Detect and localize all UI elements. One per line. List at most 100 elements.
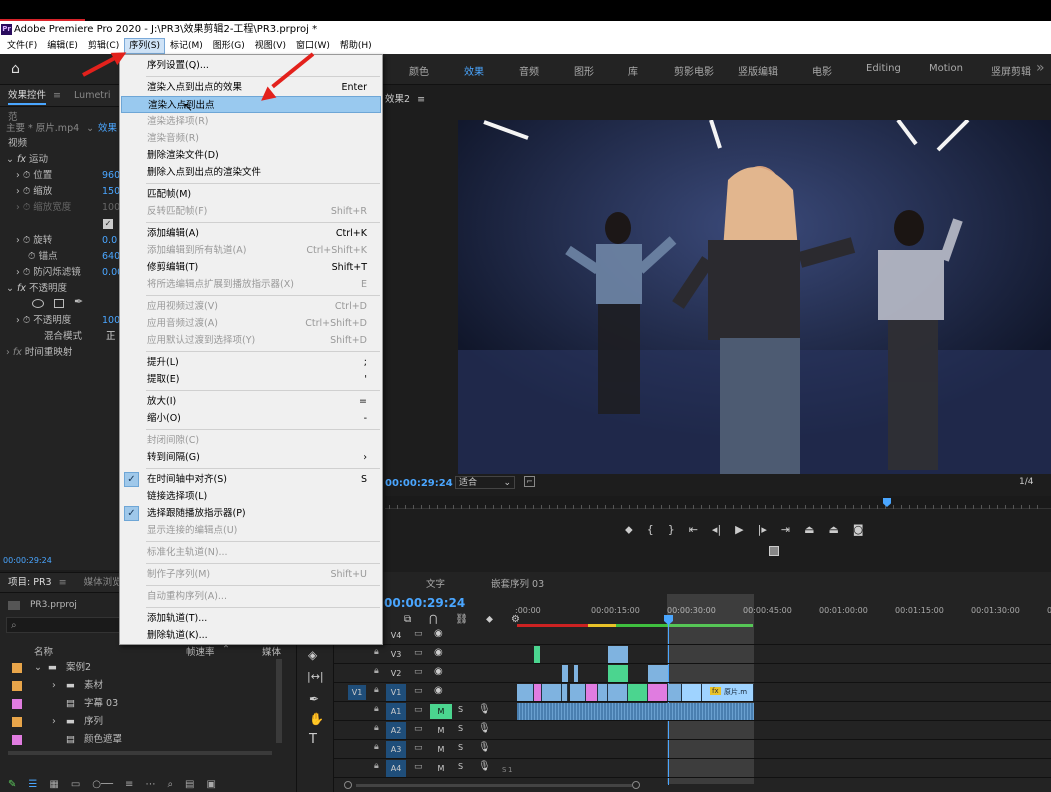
menubar-item[interactable]: 标记(M) (165, 38, 208, 54)
menu-item[interactable]: 修剪编辑(T) Shift+T (121, 259, 381, 276)
icon-view-icon[interactable]: ▦ (49, 779, 58, 790)
menubar-item[interactable]: 编辑(E) (42, 38, 83, 54)
track-target-toggle[interactable]: V2 (386, 665, 406, 682)
sort-icons-icon[interactable]: ≡ (125, 779, 133, 790)
mark-out-icon[interactable]: } (668, 523, 675, 537)
twisty-icon[interactable]: › (52, 713, 56, 731)
rotation-value[interactable]: 0.0 (102, 233, 117, 249)
menu-item[interactable]: 添加编辑到所有轨道(A) Ctrl+Shift+K (121, 242, 381, 259)
opacity-section-row[interactable]: ⌄ fx 不透明度 (0, 281, 120, 297)
automate-icon[interactable]: ⋯ (145, 779, 155, 790)
label-color-swatch[interactable] (12, 681, 22, 691)
workspace-tab[interactable]: 竖屏剪辑 (991, 63, 1031, 78)
zoom-slider[interactable]: ○── (92, 779, 113, 790)
project-item[interactable]: ▤ 颜色遮罩 (0, 731, 276, 749)
stopwatch-icon[interactable]: ⏱ (23, 170, 30, 181)
tab-text[interactable]: 文字 (426, 576, 445, 590)
pen-mask-icon[interactable]: ✒ (74, 295, 83, 308)
menu-item[interactable]: 渲染入点到出点的效果 Enter (121, 79, 381, 96)
mark-in-icon[interactable]: { (647, 523, 654, 537)
lock-icon[interactable]: 🔒︎ (374, 666, 379, 676)
mute-toggle[interactable]: M (430, 761, 452, 776)
menubar-item[interactable]: 视图(V) (250, 38, 291, 54)
video-clip[interactable] (586, 684, 598, 701)
menubar-item[interactable]: 文件(F) (2, 38, 42, 54)
video-clip[interactable] (570, 684, 586, 701)
step-back-icon[interactable]: ◂| (712, 523, 721, 537)
tab-project[interactable]: 项目: PR3 (8, 577, 52, 588)
workspace-tab[interactable]: 电影 (812, 63, 832, 78)
video-clip[interactable] (534, 646, 540, 663)
sync-lock-icon[interactable]: ▭ (414, 724, 423, 734)
rotation-row[interactable]: › ⏱ 旋转 0.0 (0, 233, 120, 249)
zoom-handle-left[interactable] (344, 781, 352, 789)
list-view-icon[interactable]: ☰ (28, 779, 37, 790)
solo-toggle[interactable]: S (458, 724, 463, 733)
resolution-label[interactable]: 1/4 (1019, 477, 1033, 487)
workspace-tab[interactable]: 竖版编辑 (738, 63, 778, 78)
microphone-icon[interactable]: 🎙︎ (478, 723, 491, 734)
timeline-timecode[interactable]: 00:00:29:24 (384, 596, 465, 610)
mute-toggle[interactable]: M (430, 742, 452, 757)
find-icon[interactable]: ⌕ (167, 779, 173, 790)
mute-toggle[interactable]: M (430, 723, 452, 738)
blend-mode-row[interactable]: 混合模式 正 (0, 329, 120, 345)
menubar-item[interactable]: 帮助(H) (335, 38, 377, 54)
ellipse-mask-icon[interactable] (32, 299, 44, 308)
menu-item[interactable]: 应用视频过渡(V) Ctrl+D (121, 298, 381, 315)
video-clip[interactable] (682, 684, 702, 701)
menu-item[interactable]: 显示连接的编辑点(U) (121, 522, 381, 539)
settings-wrench-icon[interactable]: ⌐ (524, 476, 535, 487)
eye-icon[interactable]: ◉ (434, 685, 443, 696)
freeform-view-icon[interactable]: ▭ (71, 779, 80, 790)
twisty-icon[interactable]: › (16, 315, 20, 326)
twisty-icon[interactable]: ⌄ (34, 659, 42, 677)
panel-menu-icon[interactable]: ≡ (53, 90, 61, 101)
home-icon[interactable]: ⌂ (11, 62, 25, 76)
menu-item[interactable]: 提取(E) ' (121, 371, 381, 388)
track-target-toggle[interactable]: A1 (386, 703, 406, 720)
workspace-tab[interactable]: Motion (929, 63, 963, 74)
menu-item[interactable]: 链接选择项(L) (121, 488, 381, 505)
uniform-scale-checkbox[interactable]: ✓ (103, 219, 113, 229)
track-target-toggle[interactable]: A4 (386, 760, 406, 777)
video-clip[interactable] (668, 684, 682, 701)
anti-flicker-row[interactable]: › ⏱ 防闪烁滤镜 0.00 (0, 265, 123, 281)
audio-clip-waveform[interactable] (517, 703, 754, 720)
track-target-toggle[interactable]: V3 (386, 646, 406, 663)
menu-item[interactable]: ✓ 在时间轴中对齐(S) S (121, 471, 381, 488)
microphone-icon[interactable]: 🎙︎ (478, 704, 491, 715)
anchor-row[interactable]: ⏱ 锚点 640. (0, 249, 123, 265)
pencil-icon[interactable]: ✎ (8, 779, 16, 790)
razor-tool-icon[interactable]: ◈ (308, 648, 317, 662)
blend-mode-value[interactable]: 正 (106, 329, 116, 345)
opacity-row[interactable]: › ⏱ 不透明度 100. (0, 313, 123, 329)
label-color-swatch[interactable] (12, 663, 22, 673)
stopwatch-icon[interactable]: ⏱ (23, 235, 30, 246)
twisty-icon[interactable]: ⌄ (6, 154, 14, 165)
workspace-tab[interactable]: 效果 (464, 63, 484, 78)
scale-row[interactable]: › ⏱ 缩放 150. (0, 184, 123, 200)
extract-icon[interactable]: ⏏ (828, 523, 838, 537)
menu-item[interactable]: 渲染入点到出点 (121, 96, 381, 113)
menu-item[interactable]: 自动重构序列(A)... (121, 588, 381, 605)
sync-lock-icon[interactable]: ▭ (414, 667, 423, 677)
video-clip[interactable] (562, 665, 568, 682)
twisty-icon[interactable]: › (16, 235, 20, 246)
fit-dropdown[interactable]: 适合 ⌄ (455, 476, 515, 489)
video-clip[interactable] (608, 665, 628, 682)
workspace-tab[interactable]: 图形 (574, 63, 594, 78)
menu-item[interactable]: 放大(I) = (121, 393, 381, 410)
menu-item[interactable]: 序列设置(Q)... (121, 57, 381, 74)
menu-item[interactable]: 应用默认过渡到选择项(Y) Shift+D (121, 332, 381, 349)
time-remap-row[interactable]: › fx 时间重映射 (0, 345, 120, 361)
twisty-icon[interactable]: ⌄ (6, 283, 14, 294)
video-clip[interactable] (598, 684, 608, 701)
menu-item[interactable]: 删除渲染文件(D) (121, 147, 381, 164)
menu-item[interactable]: 应用音频过渡(A) Ctrl+Shift+D (121, 315, 381, 332)
video-clip[interactable] (534, 684, 542, 701)
panel-menu-icon[interactable]: ≡ (417, 94, 425, 105)
lock-icon[interactable]: 🔒︎ (374, 647, 379, 657)
linked-selection-icon[interactable]: ⛓ (455, 614, 468, 625)
video-clip[interactable] (648, 684, 668, 701)
